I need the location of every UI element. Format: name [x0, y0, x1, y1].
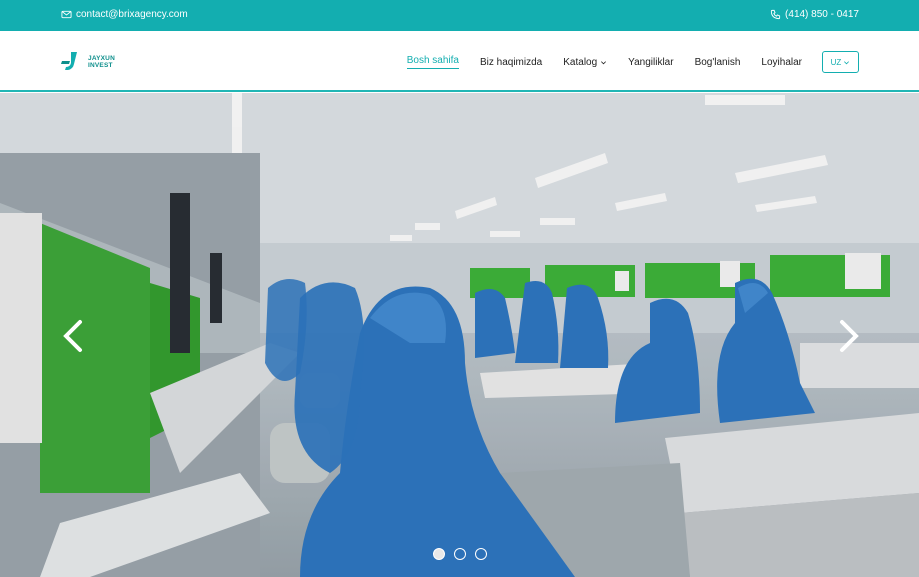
nav-item-label: Bosh sahifa	[406, 55, 459, 66]
phone-icon	[770, 9, 781, 20]
nav-item-boglanish[interactable]: Bog'lanish	[695, 55, 741, 69]
contact-email[interactable]: contact@brixagency.com	[61, 9, 188, 20]
phone-text[interactable]: (414) 850 - 0417	[785, 9, 859, 20]
language-label: UZ	[830, 57, 842, 67]
brand-logo[interactable]: JAYXUN INVEST	[61, 50, 115, 74]
slider-pagination	[433, 548, 487, 560]
email-text[interactable]: contact@brixagency.com	[76, 9, 188, 20]
nav-item-yangiliklar[interactable]: Yangiliklar	[628, 55, 673, 69]
nav-item-label: Loyihalar	[761, 56, 802, 68]
slider-dot-1[interactable]	[433, 548, 445, 560]
logo-wordmark: JAYXUN INVEST	[88, 55, 115, 69]
site-header: JAYXUN INVEST Bosh sahifa Biz haqimizda …	[0, 31, 919, 92]
top-contact-bar: contact@brixagency.com (414) 850 - 0417	[0, 0, 919, 31]
hero-image	[0, 93, 919, 577]
slider-prev-arrow-icon[interactable]	[58, 316, 88, 356]
nav-item-biz-haqimizda[interactable]: Biz haqimizda	[480, 55, 542, 69]
nav-item-katalog[interactable]: Katalog	[563, 55, 607, 69]
slider-dot-3[interactable]	[475, 548, 487, 560]
slider-dot-2[interactable]	[454, 548, 466, 560]
nav-item-loyihalar[interactable]: Loyihalar	[761, 55, 802, 69]
language-selector[interactable]: UZ	[822, 51, 859, 73]
slider-next-arrow-icon[interactable]	[834, 316, 864, 356]
chevron-down-icon	[601, 60, 607, 64]
nav-item-label: Biz haqimizda	[479, 56, 543, 68]
logo-mark-icon	[61, 52, 77, 70]
hero-slider	[0, 93, 919, 577]
contact-phone[interactable]: (414) 850 - 0417	[770, 9, 859, 20]
logo-line-2: INVEST	[88, 62, 113, 69]
chevron-down-icon	[844, 60, 850, 64]
mail-icon	[61, 10, 72, 19]
nav-item-label: Bog'lanish	[694, 56, 741, 68]
nav-item-bosh-sahifa[interactable]: Bosh sahifa	[406, 55, 459, 69]
logo-line-1: JAYXUN	[88, 55, 115, 62]
nav-item-label: Katalog	[563, 56, 598, 68]
main-navigation: Bosh sahifa Biz haqimizda Katalog Yangil…	[406, 55, 802, 69]
nav-item-label: Yangiliklar	[628, 56, 674, 68]
